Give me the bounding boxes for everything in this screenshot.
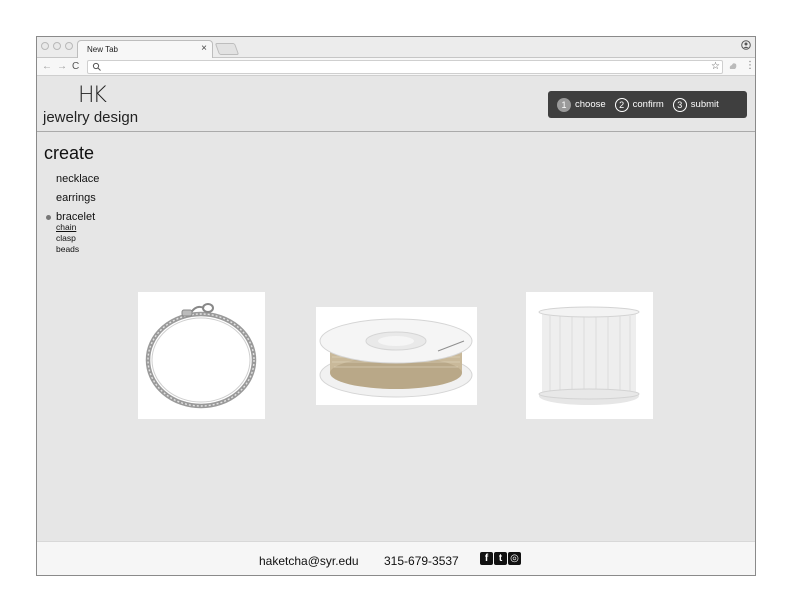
extension-icon[interactable] xyxy=(728,61,738,71)
product-tile-bracelet-chain[interactable] xyxy=(138,292,265,419)
product-tile-wire-spool[interactable] xyxy=(316,307,477,405)
minimize-window-button[interactable] xyxy=(53,42,61,50)
elastic-cord-spool-image xyxy=(538,306,640,405)
browser-toolbar: ← → C ☆ ⋮ xyxy=(37,58,755,76)
contact-phone: 315-679-3537 xyxy=(384,554,459,568)
reload-icon[interactable]: C xyxy=(72,60,79,74)
nav-item-earrings[interactable]: earrings xyxy=(56,192,99,211)
social-links: f t ◎ xyxy=(480,552,521,565)
twitter-icon[interactable]: t xyxy=(494,552,507,565)
current-bullet-icon xyxy=(46,215,51,220)
step-number: 2 xyxy=(614,97,629,112)
nav-item-necklace[interactable]: necklace xyxy=(56,173,99,192)
progress-steps: 1 choose 2 confirm 3 submit xyxy=(548,91,747,118)
wire-spool-image xyxy=(319,318,473,398)
subnav-item-chain[interactable]: chain xyxy=(56,222,79,233)
chain-bracelet-image xyxy=(145,303,257,409)
search-icon xyxy=(92,62,101,71)
step-number: 3 xyxy=(672,97,687,112)
tab-bar: New Tab × xyxy=(37,37,755,59)
step-label: confirm xyxy=(632,99,664,110)
window-controls xyxy=(41,42,73,50)
step-label: choose xyxy=(575,99,606,110)
profile-icon[interactable] xyxy=(741,40,751,50)
subnav-item-clasp[interactable]: clasp xyxy=(56,233,79,244)
address-bar[interactable]: ☆ xyxy=(87,60,723,74)
new-tab-button[interactable] xyxy=(214,43,240,55)
contact-email-link[interactable]: haketcha@syr.edu xyxy=(259,554,359,568)
facebook-icon[interactable]: f xyxy=(480,552,493,565)
forward-arrow-icon[interactable]: → xyxy=(57,60,67,74)
browser-window: New Tab × ← → C ☆ ⋮ HK jewelry design 1 … xyxy=(36,36,756,576)
step-confirm[interactable]: 2 confirm xyxy=(614,97,664,112)
site-footer: haketcha@syr.edu 315-679-3537 f t ◎ xyxy=(37,541,755,575)
step-choose[interactable]: 1 choose xyxy=(557,97,606,112)
subnav-item-beads[interactable]: beads xyxy=(56,244,79,255)
maximize-window-button[interactable] xyxy=(65,42,73,50)
instagram-icon[interactable]: ◎ xyxy=(508,552,521,565)
page-title: create xyxy=(44,143,95,163)
step-number: 1 xyxy=(557,97,571,112)
subcategory-nav: chain clasp beads xyxy=(56,222,79,255)
logo-mark[interactable]: HK xyxy=(78,83,107,108)
logo-text[interactable]: jewelry design xyxy=(43,109,138,126)
tab-close-icon[interactable]: × xyxy=(201,43,207,55)
close-window-button[interactable] xyxy=(41,42,49,50)
menu-icon[interactable]: ⋮ xyxy=(745,59,755,73)
back-arrow-icon[interactable]: ← xyxy=(42,60,52,74)
site-header: HK jewelry design 1 choose 2 confirm 3 s… xyxy=(37,77,755,132)
browser-tab[interactable]: New Tab × xyxy=(77,40,213,59)
product-tile-elastic-cord[interactable] xyxy=(526,292,653,419)
tab-title: New Tab xyxy=(87,45,118,54)
step-submit[interactable]: 3 submit xyxy=(672,97,719,112)
bookmark-star-icon[interactable]: ☆ xyxy=(711,61,720,73)
step-label: submit xyxy=(690,99,719,110)
